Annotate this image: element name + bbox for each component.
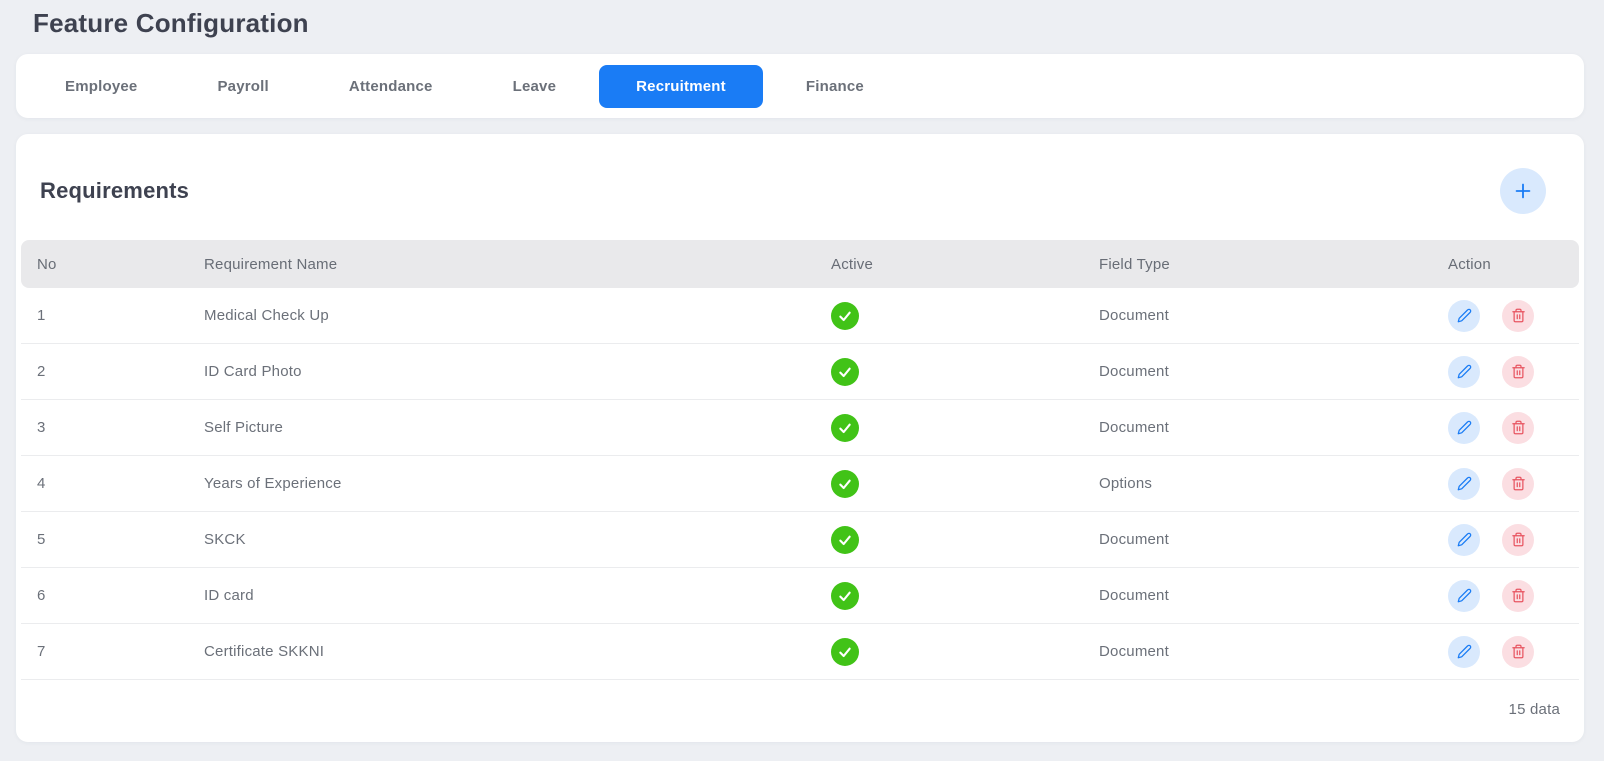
- trash-icon: [1511, 420, 1526, 435]
- table-body: 1 Medical Check Up Document 2 ID Card Ph…: [21, 288, 1579, 680]
- table-row: 4 Years of Experience Options: [21, 455, 1579, 512]
- field-type: Document: [1099, 587, 1169, 604]
- field-type: Document: [1099, 643, 1169, 660]
- edit-button[interactable]: [1448, 579, 1480, 612]
- table-row: 1 Medical Check Up Document: [21, 288, 1579, 344]
- trash-icon: [1511, 588, 1526, 603]
- edit-button[interactable]: [1448, 355, 1480, 388]
- requirement-name: ID card: [204, 587, 254, 604]
- action-cell: [1448, 512, 1579, 567]
- row-number: 7: [37, 643, 46, 660]
- row-number: 1: [37, 307, 46, 324]
- check-icon: [831, 637, 859, 666]
- edit-button[interactable]: [1448, 467, 1480, 500]
- requirement-name: Self Picture: [204, 419, 284, 436]
- pencil-icon: [1457, 532, 1472, 547]
- pencil-icon: [1457, 308, 1472, 323]
- delete-button[interactable]: [1502, 467, 1534, 500]
- tab-employee[interactable]: Employee: [28, 65, 174, 108]
- add-requirement-button[interactable]: [1500, 168, 1546, 214]
- field-type: Document: [1099, 419, 1169, 436]
- tabs-bar: Employee Payroll Attendance Leave Recruitmen…: [16, 54, 1584, 118]
- requirement-name: Certificate SKKNI: [204, 643, 325, 660]
- requirement-name: Medical Check Up: [204, 307, 329, 324]
- trash-icon: [1511, 476, 1526, 491]
- column-header-active: Active: [815, 240, 1083, 288]
- requirement-name: Years of Experience: [204, 475, 342, 492]
- table-header: No Requirement Name Active Field Type Ac…: [21, 240, 1579, 288]
- requirement-name: SKCK: [204, 531, 246, 548]
- delete-button[interactable]: [1502, 411, 1534, 444]
- trash-icon: [1511, 308, 1526, 323]
- delete-button[interactable]: [1502, 523, 1534, 556]
- edit-button[interactable]: [1448, 635, 1480, 668]
- action-cell: [1448, 624, 1579, 679]
- edit-button[interactable]: [1448, 523, 1480, 556]
- table-footer: 15 data: [21, 680, 1579, 742]
- table-row: 3 Self Picture Document: [21, 399, 1579, 456]
- tab-attendance[interactable]: Attendance: [312, 65, 470, 108]
- field-type: Document: [1099, 363, 1169, 380]
- check-icon: [831, 581, 859, 610]
- panel-title: Requirements: [40, 178, 190, 203]
- tab-recruitment[interactable]: Recruitment: [599, 64, 763, 108]
- column-header-type: Field Type: [1083, 240, 1432, 288]
- column-header-action: Action: [1432, 240, 1579, 288]
- action-cell: [1448, 288, 1579, 343]
- trash-icon: [1511, 644, 1526, 659]
- field-type: Document: [1099, 531, 1169, 548]
- row-number: 5: [37, 531, 46, 548]
- tab-leave[interactable]: Leave: [476, 65, 594, 108]
- field-type: Document: [1099, 307, 1169, 324]
- row-number: 3: [37, 419, 46, 436]
- column-header-no: No: [21, 240, 188, 288]
- table-row: 6 ID card Document: [21, 567, 1579, 624]
- page-title: Feature Configuration: [33, 8, 309, 38]
- requirements-panel: Requirements No Requirement Name Active …: [16, 134, 1584, 742]
- pencil-icon: [1457, 364, 1472, 379]
- requirements-table: No Requirement Name Active Field Type Ac…: [16, 240, 1584, 680]
- pencil-icon: [1457, 420, 1472, 435]
- check-icon: [831, 413, 859, 442]
- action-cell: [1448, 400, 1579, 455]
- pencil-icon: [1457, 644, 1472, 659]
- edit-button[interactable]: [1448, 299, 1480, 332]
- delete-button[interactable]: [1502, 579, 1534, 612]
- action-cell: [1448, 344, 1579, 399]
- table-row: 7 Certificate SKKNI Document: [21, 623, 1579, 680]
- check-icon: [831, 357, 859, 386]
- row-count-label: 15 data: [1508, 701, 1560, 718]
- requirement-name: ID Card Photo: [204, 363, 302, 380]
- check-icon: [831, 525, 859, 554]
- pencil-icon: [1457, 476, 1472, 491]
- tab-finance[interactable]: Finance: [769, 65, 901, 108]
- table-row: 2 ID Card Photo Document: [21, 343, 1579, 400]
- field-type: Options: [1099, 475, 1153, 492]
- delete-button[interactable]: [1502, 299, 1534, 332]
- action-cell: [1448, 456, 1579, 511]
- row-number: 4: [37, 475, 46, 492]
- check-icon: [831, 469, 859, 498]
- trash-icon: [1511, 364, 1526, 379]
- plus-icon: [1512, 180, 1534, 202]
- trash-icon: [1511, 532, 1526, 547]
- action-cell: [1448, 568, 1579, 623]
- row-number: 2: [37, 363, 46, 380]
- panel-header: Requirements: [16, 134, 1584, 240]
- pencil-icon: [1457, 588, 1472, 603]
- tab-payroll[interactable]: Payroll: [180, 65, 305, 108]
- check-icon: [831, 301, 859, 330]
- table-row: 5 SKCK Document: [21, 511, 1579, 568]
- delete-button[interactable]: [1502, 635, 1534, 668]
- edit-button[interactable]: [1448, 411, 1480, 444]
- row-number: 6: [37, 587, 46, 604]
- column-header-name: Requirement Name: [188, 240, 815, 288]
- delete-button[interactable]: [1502, 355, 1534, 388]
